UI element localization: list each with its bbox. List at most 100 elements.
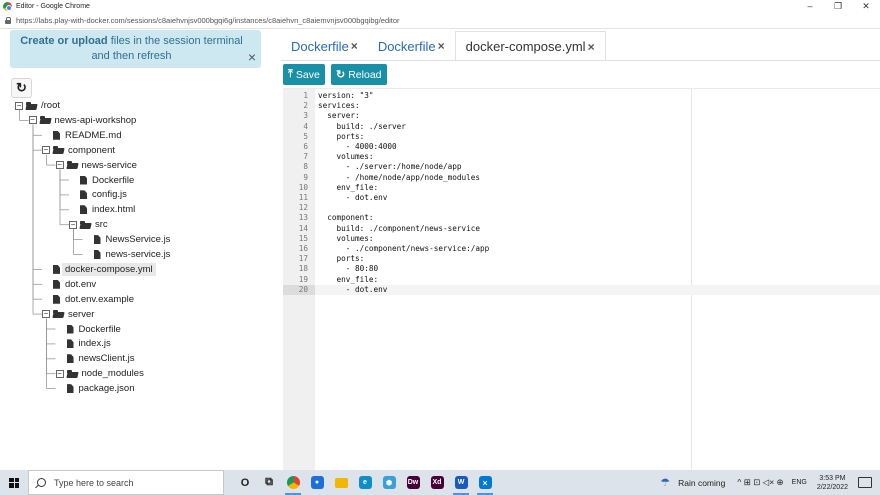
tree-item-label[interactable]: Dockerfile <box>89 174 137 187</box>
tree-item-label[interactable]: src <box>92 218 111 231</box>
refresh-tree-button[interactable]: ↻ <box>11 78 32 98</box>
tab-close-icon[interactable]: × <box>438 39 445 53</box>
app-hex-taskbar-button[interactable]: ⬢ <box>378 470 400 495</box>
tree-item-label[interactable]: docker-compose.yml <box>62 262 156 276</box>
cortana-taskbar-button[interactable]: O <box>234 470 256 495</box>
collapse-toggle-icon[interactable]: − <box>42 146 50 155</box>
tree-file[interactable]: config.js <box>69 187 130 202</box>
code-text[interactable]: services: <box>318 101 360 111</box>
tree-item-label[interactable]: /root <box>38 99 63 112</box>
code-text[interactable]: - ./component/news-service:/app <box>318 244 489 254</box>
tree-item-label[interactable]: news-service <box>79 159 140 172</box>
start-button[interactable] <box>0 470 28 495</box>
tree-item-label[interactable]: node_modules <box>79 367 147 380</box>
tree-folder[interactable]: − server <box>42 307 97 322</box>
code-text[interactable]: version: "3" <box>318 91 374 101</box>
close-window-button[interactable]: ✕ <box>852 0 880 13</box>
tree-item-label[interactable]: component <box>65 144 118 157</box>
url-text[interactable]: https://labs.play-with-docker.com/sessio… <box>16 16 400 25</box>
app-blue-taskbar-button[interactable]: ● <box>306 470 328 495</box>
tree-item-label[interactable]: news-api-workshop <box>52 114 140 127</box>
code-line[interactable]: 5 ports: <box>283 132 880 142</box>
code-editor[interactable]: 1 version: "3" 2 services: 3 server: 4 build:… <box>283 88 880 471</box>
collapse-toggle-icon[interactable]: − <box>55 161 64 170</box>
code-line[interactable]: 18 - 80:80 <box>283 264 880 274</box>
tree-file[interactable]: package.json <box>56 381 138 396</box>
tree-folder[interactable]: − news-service <box>55 158 140 173</box>
collapse-toggle-icon[interactable]: − <box>42 310 50 319</box>
code-text[interactable]: build: ./component/news-service <box>318 224 481 234</box>
editor-tab[interactable]: Dockerfile × <box>281 31 368 61</box>
minimize-button[interactable]: – <box>796 0 824 13</box>
code-line[interactable]: 1 version: "3" <box>283 91 880 101</box>
code-line[interactable]: 15 volumes: <box>283 234 880 244</box>
code-line[interactable]: 10 env_file: <box>283 183 880 193</box>
code-line[interactable]: 11 - dot.env <box>283 193 880 203</box>
adobe-xd-taskbar-button[interactable]: Xd <box>426 470 448 495</box>
tree-item-label[interactable]: config.js <box>89 188 130 201</box>
tree-item-label[interactable]: news-service.js <box>103 248 174 261</box>
tree-file[interactable]: index.js <box>56 336 114 351</box>
file-explorer-taskbar-button[interactable] <box>330 470 352 495</box>
editor-tab[interactable]: Dockerfile × <box>368 31 455 61</box>
tree-folder[interactable]: − /root <box>15 98 63 113</box>
tree-file[interactable]: news-service.js <box>83 247 174 262</box>
code-line[interactable]: 16 - ./component/news-service:/app <box>283 244 880 254</box>
tree-item-label[interactable]: Dockerfile <box>76 323 124 336</box>
tree-item-label[interactable]: index.html <box>89 203 138 216</box>
editor-tab[interactable]: docker-compose.yml × <box>454 31 606 61</box>
tree-file[interactable]: Dockerfile <box>56 322 124 337</box>
maximize-button[interactable]: ❐ <box>824 0 852 13</box>
code-text[interactable]: - 4000:4000 <box>318 142 397 152</box>
code-text[interactable]: env_file: <box>318 183 379 193</box>
tree-file[interactable]: Dockerfile <box>69 173 137 188</box>
task-view-taskbar-button[interactable]: ⧉ <box>258 470 280 495</box>
notification-icon[interactable] <box>858 477 872 488</box>
code-line[interactable]: 9 - /home/node/app/node_modules <box>283 173 880 183</box>
tree-folder[interactable]: − src <box>69 217 111 232</box>
tree-file[interactable]: docker-compose.yml <box>42 262 156 277</box>
code-text[interactable]: - dot.env <box>318 285 388 295</box>
code-text[interactable]: ports: <box>318 254 365 264</box>
code-line[interactable]: 3 server: <box>283 111 880 121</box>
reload-button[interactable]: ↻ Reload <box>331 64 387 85</box>
code-line[interactable]: 6 - 4000:4000 <box>283 142 880 152</box>
tree-item-label[interactable]: newsClient.js <box>76 352 138 365</box>
language-indicator[interactable]: ENG <box>792 479 807 486</box>
clock[interactable]: 3:53 PM 2/22/2022 <box>817 474 848 492</box>
code-text[interactable]: volumes: <box>318 152 374 162</box>
tree-item-label[interactable]: dot.env.example <box>62 293 137 306</box>
collapse-toggle-icon[interactable]: − <box>55 369 64 378</box>
code-line[interactable]: 7 volumes: <box>283 152 880 162</box>
code-text[interactable]: ports: <box>318 132 365 142</box>
tree-file[interactable]: dot.env <box>42 277 99 292</box>
code-line[interactable]: 8 - ./server:/home/node/app <box>283 162 880 172</box>
tree-file[interactable]: dot.env.example <box>42 292 137 307</box>
code-text[interactable]: - dot.env <box>318 193 388 203</box>
dreamweaver-taskbar-button[interactable]: Dw <box>402 470 424 495</box>
tree-folder[interactable]: − news-api-workshop <box>28 113 140 128</box>
code-text[interactable]: - ./server:/home/node/app <box>318 162 462 172</box>
code-line[interactable]: 2 services: <box>283 101 880 111</box>
taskbar-search[interactable]: Type here to search <box>28 470 224 495</box>
tree-file[interactable]: NewsService.js <box>83 232 174 247</box>
tree-folder[interactable]: − component <box>42 143 118 158</box>
address-bar[interactable]: https://labs.play-with-docker.com/sessio… <box>0 13 880 29</box>
collapse-toggle-icon[interactable]: − <box>28 116 37 125</box>
tree-item-label[interactable]: README.md <box>62 129 124 142</box>
code-text[interactable]: build: ./server <box>318 122 406 132</box>
chrome-taskbar-button[interactable] <box>282 470 304 495</box>
code-line[interactable]: 14 build: ./component/news-service <box>283 224 880 234</box>
tree-file[interactable]: index.html <box>69 202 138 217</box>
code-text[interactable]: - 80:80 <box>318 264 378 274</box>
code-line[interactable]: 12 <box>283 203 880 213</box>
tree-file[interactable]: README.md <box>42 128 124 143</box>
tree-item-label[interactable]: index.js <box>76 337 114 350</box>
code-text[interactable]: volumes: <box>318 234 374 244</box>
save-button[interactable]: ⤒ Save <box>283 64 325 85</box>
tree-item-label[interactable]: dot.env <box>62 278 99 291</box>
tree-folder[interactable]: − node_modules <box>55 366 147 381</box>
tab-close-icon[interactable]: × <box>351 39 358 53</box>
code-text[interactable]: component: <box>318 213 373 223</box>
code-text[interactable]: server: <box>318 111 359 121</box>
